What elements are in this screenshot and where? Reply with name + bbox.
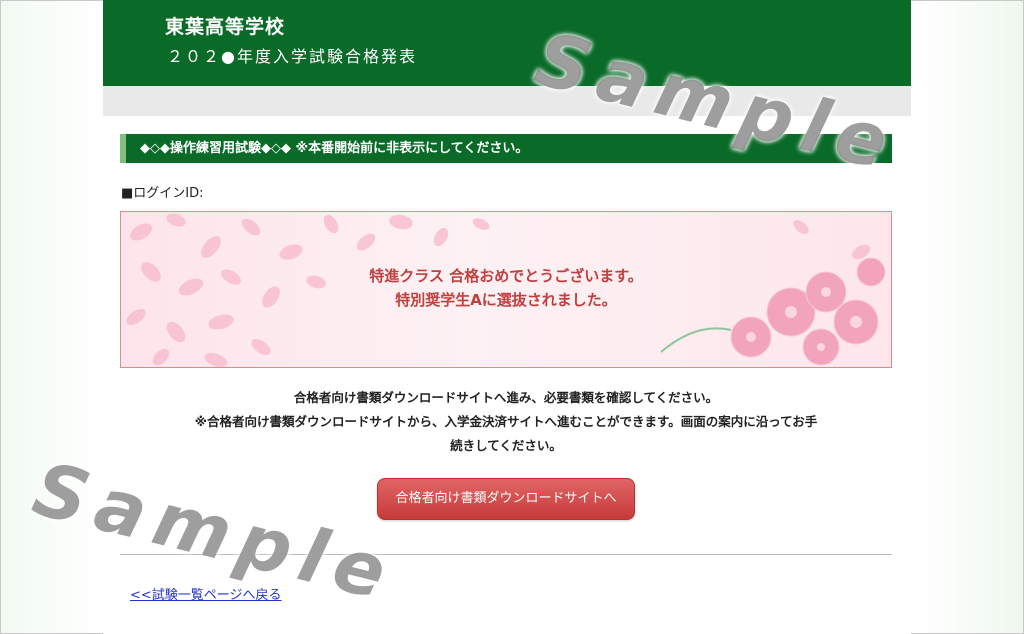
download-site-button[interactable]: 合格者向け書類ダウンロードサイトへ — [377, 478, 635, 520]
instruction-line-1: 合格者向け書類ダウンロードサイトへ進み、必要書類を確認してください。 — [293, 390, 719, 405]
back-to-exam-list-link[interactable]: <<試験一覧ページへ戻る — [130, 584, 282, 603]
result-line-scholarship: 特別奨学生Aに選抜されました。 — [395, 291, 617, 309]
header-bar: 東葉高等学校 ２０２●年度入学試験合格発表 — [103, 0, 911, 86]
page-title: ２０２●年度入学試験合格発表 — [167, 47, 417, 66]
divider-line — [120, 554, 892, 555]
main-page: 東葉高等学校 ２０２●年度入学試験合格発表 ◆◇◆操作練習用試験◆◇◆ ※本番開… — [103, 0, 911, 634]
practice-notice-banner: ◆◇◆操作練習用試験◆◇◆ ※本番開始前に非表示にしてください。 — [120, 134, 892, 163]
result-message: 特進クラス 合格おめでとうございます。 特別奨学生Aに選抜されました。 — [121, 264, 891, 312]
instruction-line-3: 続きしてください。 — [450, 438, 562, 453]
login-id-label: ■ログインID: — [121, 186, 204, 201]
instruction-line-2: ※合格者向け書類ダウンロードサイトから、入学金決済サイトへ進むことができます。画… — [194, 414, 818, 429]
instructions-text: 合格者向け書類ダウンロードサイトへ進み、必要書類を確認してください。 ※合格者向… — [120, 386, 892, 458]
header-spacer — [103, 86, 911, 116]
result-line-pass: 特進クラス 合格おめでとうございます。 — [369, 267, 643, 285]
school-name: 東葉高等学校 — [165, 16, 286, 38]
result-panel: 特進クラス 合格おめでとうございます。 特別奨学生Aに選抜されました。 — [120, 211, 892, 368]
